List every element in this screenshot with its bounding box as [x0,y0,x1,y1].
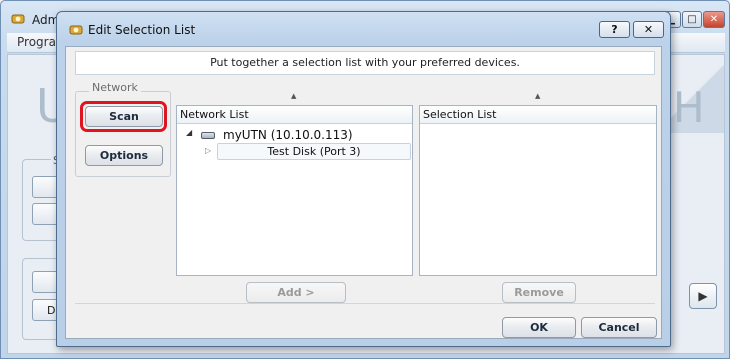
tree-collapsed-icon[interactable]: ▷ [205,146,211,155]
selection-list-sort-icon: ▲ [535,92,541,100]
help-button[interactable]: ? [599,21,630,38]
main-close-icon[interactable]: ✕ [703,11,725,28]
network-group-label: Network [89,81,141,94]
selection-list-header[interactable]: Selection List [420,106,656,124]
tree-child-item[interactable]: Test Disk (Port 3) [217,143,411,160]
cancel-button[interactable]: Cancel [581,317,657,338]
selection-list-panel[interactable]: Selection List [419,105,657,276]
remove-button[interactable]: Remove [502,282,576,303]
maximize-icon[interactable]: □ [682,11,702,28]
add-button[interactable]: Add > [246,282,346,303]
dialog-separator [75,303,655,304]
instruction-text: Put together a selection list with your … [75,51,655,75]
tree-root-label[interactable]: myUTN (10.10.0.113) [223,128,353,142]
tree-expanded-icon[interactable]: ◢ [186,128,192,137]
edit-selection-list-dialog: Edit Selection List ? ✕ Put together a s… [56,11,671,347]
ok-button[interactable]: OK [502,317,576,338]
next-arrow-button[interactable]: ▶ [689,283,717,309]
scan-highlight [80,101,167,132]
banner-glyph-right: H [673,83,705,132]
network-list-sort-icon: ▲ [291,92,297,100]
device-icon [201,132,215,139]
dialog-title: Edit Selection List [88,23,196,37]
network-list-header[interactable]: Network List [177,106,412,124]
dialog-app-icon [69,25,83,35]
dialog-close-button[interactable]: ✕ [633,21,664,38]
dialog-body: Put together a selection list with your … [65,46,662,339]
app-icon [11,14,25,24]
bg-button-d-label: D [47,304,56,317]
options-button[interactable]: Options [85,145,163,166]
network-list-panel[interactable]: Network List ◢ myUTN (10.10.0.113) ▷ Tes… [176,105,413,276]
